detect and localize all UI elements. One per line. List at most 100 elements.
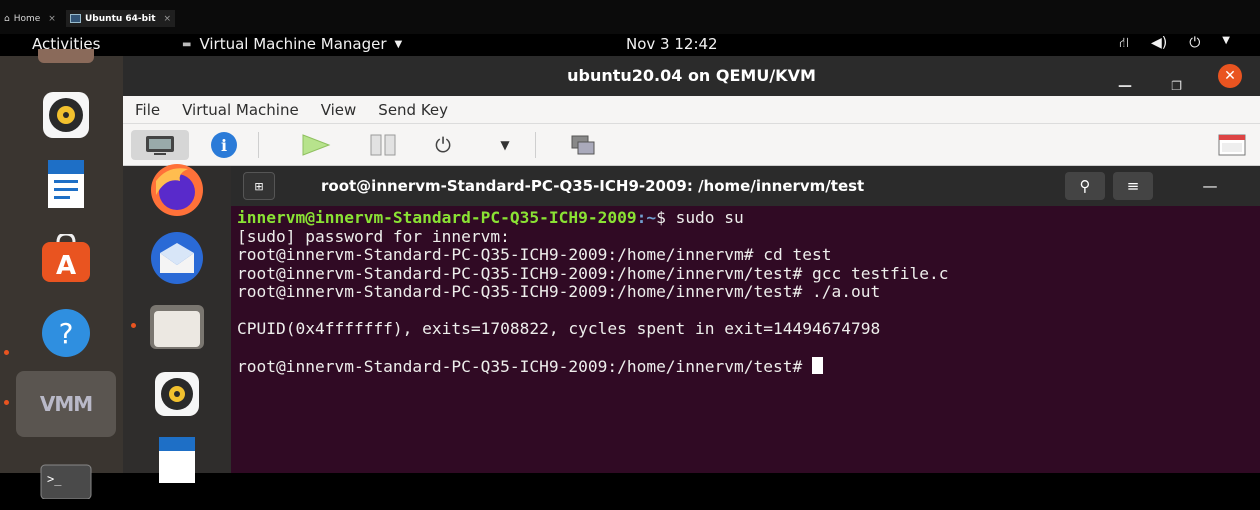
- host-tab-strip: ⌂ Home × Ubuntu 64-bit ×: [0, 0, 1260, 34]
- host-tab-ubuntu[interactable]: Ubuntu 64-bit ×: [66, 10, 176, 27]
- minimize-icon: —: [1202, 177, 1218, 195]
- new-tab-button[interactable]: ⊞: [243, 172, 275, 200]
- host-tab-home[interactable]: ⌂ Home ×: [0, 10, 60, 27]
- play-icon: [302, 134, 331, 156]
- document-icon: [48, 160, 84, 208]
- vm-menubar: File Virtual Machine View Send Key: [123, 96, 1260, 124]
- pause-button[interactable]: [363, 130, 403, 160]
- details-button[interactable]: i: [207, 130, 241, 160]
- guest-dock-thunderbird[interactable]: [143, 228, 211, 288]
- menu-send-key[interactable]: Send Key: [378, 101, 448, 119]
- running-indicator: [4, 350, 9, 355]
- close-tab-ubuntu-icon[interactable]: ×: [164, 14, 172, 24]
- svg-text:A: A: [56, 251, 76, 281]
- host-dock: A ? VMM >_: [0, 49, 123, 499]
- svg-text:?: ?: [59, 317, 74, 350]
- guest-display[interactable]: ⊞ root@innervm-Standard-PC-Q35-ICH9-2009…: [123, 164, 1260, 483]
- svg-text:VMM: VMM: [40, 392, 92, 416]
- dock-item-help[interactable]: ?: [16, 302, 116, 364]
- terminal-title: root@innervm-Standard-PC-Q35-ICH9-2009: …: [321, 177, 865, 195]
- guest-dock: [123, 164, 231, 483]
- terminal-window[interactable]: ⊞ root@innervm-Standard-PC-Q35-ICH9-2009…: [231, 166, 1260, 473]
- snapshots-button[interactable]: [563, 130, 603, 160]
- final-prompt: root@innervm-Standard-PC-Q35-ICH9-2009:/…: [237, 357, 812, 376]
- snapshot-icon: [571, 135, 595, 155]
- menu-view[interactable]: View: [321, 101, 357, 119]
- toolbar-separator: [258, 132, 259, 158]
- running-indicator-vmm: [4, 400, 9, 405]
- prompt-command: $ sudo su: [656, 208, 744, 227]
- hamburger-menu-button[interactable]: ≡: [1113, 172, 1153, 200]
- info-icon: i: [211, 132, 237, 158]
- vmm-app-icon: ▬: [182, 38, 192, 50]
- terminal-current-line: root@innervm-Standard-PC-Q35-ICH9-2009:/…: [237, 357, 1260, 377]
- vm-window-titlebar[interactable]: ubuntu20.04 on QEMU/KVM — ❐ ✕: [123, 56, 1260, 96]
- menu-virtual-machine[interactable]: Virtual Machine: [182, 101, 299, 119]
- console-button[interactable]: [131, 130, 189, 160]
- pause-icon: [370, 134, 396, 156]
- folder-icon: [150, 305, 204, 349]
- terminal-line: root@innervm-Standard-PC-Q35-ICH9-2009:/…: [237, 263, 949, 283]
- fullscreen-icon: [1218, 134, 1246, 156]
- system-chevron-icon: ▼: [1222, 35, 1230, 46]
- close-window-button[interactable]: ✕: [1218, 64, 1242, 88]
- document-icon: [159, 437, 195, 483]
- terminal-output[interactable]: innervm@innervm-Standard-PC-Q35-ICH9-200…: [231, 206, 1260, 473]
- guest-dock-firefox[interactable]: [143, 160, 211, 220]
- fullscreen-button[interactable]: [1214, 130, 1250, 160]
- software-store-icon: A: [42, 234, 90, 282]
- toolbar-separator: [535, 132, 536, 158]
- search-button[interactable]: ⚲: [1065, 172, 1105, 200]
- app-menu[interactable]: ▬ Virtual Machine Manager ▼: [182, 35, 402, 53]
- thunderbird-icon: [151, 232, 203, 284]
- rhythmbox-icon: [43, 92, 89, 138]
- guest-dock-files[interactable]: [143, 296, 211, 356]
- virt-manager-icon: VMM: [40, 392, 93, 416]
- shutdown-button[interactable]: ⏻: [423, 130, 463, 160]
- dock-item-terminal[interactable]: >_: [16, 448, 116, 510]
- dock-item-writer[interactable]: [16, 153, 116, 215]
- shutdown-menu-button[interactable]: ▼: [493, 130, 517, 160]
- dock-item-software[interactable]: A: [16, 228, 116, 290]
- power-icon: ⏻: [435, 133, 451, 157]
- guest-dock-writer[interactable]: [143, 428, 211, 488]
- rhythmbox-icon: [155, 372, 199, 416]
- ubuntu-top-bar: Activities ▬ Virtual Machine Manager ▼ N…: [0, 34, 1260, 56]
- vm-icon: [70, 14, 81, 23]
- guest-dock-rhythmbox[interactable]: [143, 364, 211, 424]
- terminal-minimize-button[interactable]: —: [1195, 172, 1225, 200]
- prompt-user: innervm@innervm-Standard-PC-Q35-ICH9-200…: [237, 208, 637, 227]
- network-icon: ⛙: [1119, 35, 1129, 51]
- svg-text:>_: >_: [47, 472, 62, 486]
- close-tab-home-icon[interactable]: ×: [48, 14, 56, 24]
- vm-window: ubuntu20.04 on QEMU/KVM — ❐ ✕ File Virtu…: [123, 56, 1260, 483]
- terminal-line: [sudo] password for innervm:: [237, 226, 510, 246]
- text-cursor: [812, 357, 823, 374]
- dock-item-partial[interactable]: [16, 44, 116, 68]
- terminal-line: root@innervm-Standard-PC-Q35-ICH9-2009:/…: [237, 282, 881, 301]
- vm-toolbar: i ⏻ ▼: [123, 124, 1260, 166]
- program-output: CPUID(0x4fffffff), exits=1708822, cycles…: [237, 319, 881, 338]
- host-tab-ubuntu-label: Ubuntu 64-bit: [85, 13, 156, 24]
- host-tab-home-label: Home: [13, 13, 41, 24]
- dock-item-rhythmbox[interactable]: [16, 84, 116, 146]
- partial-app-icon: [38, 49, 94, 63]
- monitor-icon: [146, 136, 174, 155]
- home-icon: ⌂: [4, 13, 10, 24]
- terminal-line: innervm@innervm-Standard-PC-Q35-ICH9-200…: [237, 208, 1260, 228]
- new-tab-icon: ⊞: [254, 179, 264, 193]
- terminal-icon: >_: [40, 464, 92, 499]
- dock-item-virt-manager[interactable]: VMM: [16, 371, 116, 437]
- terminal-titlebar[interactable]: ⊞ root@innervm-Standard-PC-Q35-ICH9-2009…: [231, 166, 1260, 206]
- chevron-down-icon: ▼: [500, 138, 510, 152]
- app-menu-label: Virtual Machine Manager: [199, 35, 387, 53]
- svg-text:i: i: [221, 136, 227, 155]
- chevron-down-icon: ▼: [394, 38, 403, 50]
- system-menu[interactable]: ⛙ ◀) ⏻ ▼: [1119, 35, 1230, 53]
- menu-icon: ≡: [1126, 177, 1140, 195]
- clock[interactable]: Nov 3 12:42: [626, 35, 718, 53]
- run-button[interactable]: [295, 130, 335, 160]
- menu-file[interactable]: File: [135, 101, 160, 119]
